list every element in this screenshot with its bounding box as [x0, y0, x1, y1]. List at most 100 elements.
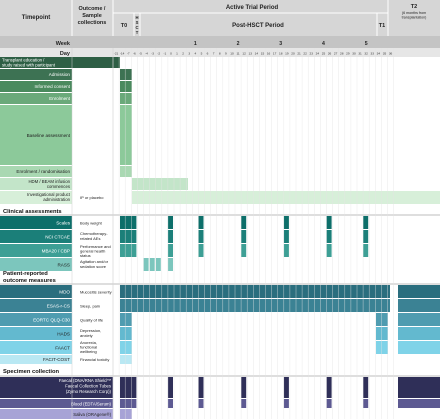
day-tick: 35 — [383, 52, 387, 56]
timeline-cell — [363, 216, 369, 229]
day-tick: 16 — [267, 52, 271, 56]
section-title-pro-line1: Patient-reported — [3, 271, 48, 277]
description-text: sedation score — [80, 264, 107, 269]
outcome-header-line2: Sample — [82, 13, 102, 19]
day-tick: 36 — [389, 52, 393, 56]
day-tick: 3 — [188, 52, 190, 56]
timeline-cell — [363, 377, 369, 398]
row-label: Saliva (ORAgene®) — [73, 412, 111, 417]
day-tick: 11 — [236, 52, 239, 56]
timeline-cell — [167, 377, 173, 398]
row-label: HADS — [57, 332, 70, 337]
timeline-cell — [132, 178, 188, 190]
day-tick: 25 — [322, 52, 326, 56]
description-text: Quality of life — [80, 318, 104, 323]
week-tick: 2 — [237, 41, 240, 47]
week-tick: 1 — [194, 41, 197, 47]
row-label: Faecal (DNA/RNA Shield™ — [59, 378, 111, 383]
row-label: Baseline assessment — [27, 133, 71, 138]
timeline-cell — [120, 230, 132, 243]
timeline-cell — [120, 399, 132, 408]
day-tick: 18 — [279, 52, 283, 56]
timeline-cell — [283, 230, 289, 243]
timeline-cell — [398, 285, 440, 298]
timeline-cell — [326, 399, 332, 408]
trial-schedule: Timepoint Outcome / Sample collections A… — [0, 0, 440, 419]
week-tick: 4 — [322, 41, 325, 47]
day-tick: 13 — [249, 52, 253, 56]
row-label: Blood (EDTA/Serum) — [71, 402, 112, 407]
day-tick: 23 — [310, 52, 314, 56]
timeline-cell — [241, 216, 247, 229]
row-label: MDO — [59, 290, 70, 295]
timeline-cell — [120, 377, 132, 398]
week-tick: 3 — [279, 41, 282, 47]
timeline-cell — [198, 216, 204, 229]
day-tick: 28 — [340, 52, 344, 56]
active-period-header: Active Trial Period — [226, 5, 279, 11]
timeline-cell — [398, 377, 440, 398]
day-tick: -6 — [133, 52, 136, 56]
timeline-cell — [131, 285, 391, 298]
timeline-cell — [376, 341, 388, 354]
week-tick: 5 — [365, 41, 368, 47]
outcome-header-line1: Outcome / — [79, 6, 106, 12]
row-label: Enrolment / randomisation — [16, 169, 70, 174]
description-text: Mucositis severity — [80, 290, 112, 295]
day-tick: 12 — [242, 52, 246, 56]
post-period-header: Post-HSCT Period — [232, 23, 284, 29]
day-tick: -14 — [120, 52, 125, 56]
row-label: study raised with participant — [2, 63, 56, 68]
timeline-cell — [198, 230, 204, 243]
day-tick: 34 — [377, 52, 381, 56]
row-label: EORTC QLQ-C30 — [33, 318, 70, 323]
timeline-cell — [120, 216, 132, 229]
t2-note-line2: transplantation) — [402, 16, 427, 20]
timeline-cell — [131, 299, 391, 312]
row-label: (Zymo Research Corp)) — [66, 389, 112, 394]
description-text: Sleep, pain — [80, 304, 100, 309]
description-text: related AEs — [80, 236, 100, 241]
row-label: ESAS-r-CS — [47, 304, 70, 309]
day-tick: -21 — [114, 52, 119, 56]
day-tick: -7 — [127, 52, 130, 56]
timeline-cell — [398, 341, 440, 354]
timeline-cell — [120, 166, 132, 177]
timeline-cell — [167, 216, 173, 229]
timeline-cell — [167, 230, 173, 243]
timeline-cell — [120, 341, 132, 354]
timeline-cell — [131, 216, 137, 229]
timepoint-header: Timepoint — [22, 15, 51, 21]
timeline-cell — [326, 377, 332, 398]
day-label: Day — [60, 51, 71, 57]
timeline-cell — [167, 399, 173, 408]
timeline-cell — [120, 93, 132, 104]
day-tick: 2 — [182, 52, 184, 56]
description-text: Financial toxicity — [80, 357, 109, 362]
timeline-cell — [143, 258, 149, 271]
row-label: NCI CTCAE — [45, 235, 70, 240]
row-label: FAACT — [55, 346, 70, 351]
t2-header: T2 — [411, 4, 417, 10]
description-text: Body weight — [80, 221, 103, 226]
day-tick: 1 — [176, 52, 178, 56]
timeline-cell — [283, 244, 289, 257]
description-text: wellbeing — [80, 349, 97, 354]
day-tick: 0 — [170, 52, 172, 56]
timeline-cell — [131, 244, 137, 257]
timeline-cell — [120, 69, 132, 80]
schedule-table: Timepoint Outcome / Sample collections A… — [0, 0, 440, 419]
description-cell — [72, 105, 113, 165]
timeline-cell — [326, 216, 332, 229]
day-tick: -3 — [151, 52, 154, 56]
timeline-cell — [398, 327, 440, 340]
row-label: MBA20 / CBP — [42, 249, 70, 254]
day-tick: -5 — [139, 52, 142, 56]
row-label: RASS — [57, 263, 70, 268]
day-tick: 20 — [291, 52, 295, 56]
timeline-cell — [120, 355, 132, 364]
timeline-cell — [120, 81, 132, 92]
t2-note-line1: (6 months from — [402, 11, 426, 15]
day-tick: 32 — [364, 52, 368, 56]
day-tick: 7 — [213, 52, 215, 56]
